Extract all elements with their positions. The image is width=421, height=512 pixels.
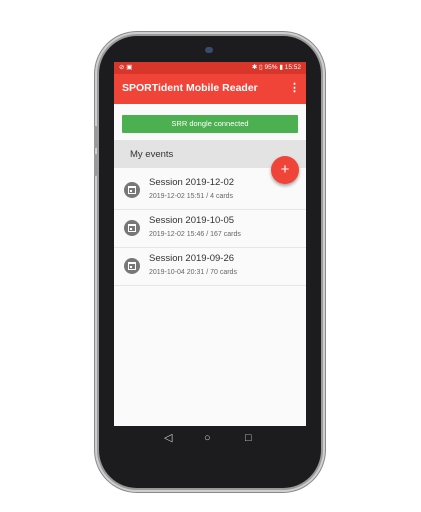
list-item[interactable]: Session 2019-09-26 2019-10-04 20:31 / 70… xyxy=(114,248,306,286)
list-item[interactable]: Session 2019-10-05 2019-12-02 15:46 / 16… xyxy=(114,210,306,248)
event-list: Session 2019-12-02 2019-12-02 15:51 / 4 … xyxy=(114,172,306,286)
event-details: 2019-10-04 20:31 / 70 cards xyxy=(149,269,237,276)
status-bar: ⊘ ▣ ✱ ▯ 95% ▮ 15:52 xyxy=(114,62,306,74)
volume-up-button xyxy=(94,126,97,148)
back-icon[interactable]: ◁ xyxy=(164,431,172,445)
calendar-icon xyxy=(124,258,140,274)
event-details: 2019-12-02 15:51 / 4 cards xyxy=(149,193,234,200)
more-vert-icon[interactable]: ⋮ xyxy=(289,82,300,94)
home-icon[interactable]: ○ xyxy=(204,431,211,445)
recents-icon[interactable]: □ xyxy=(245,431,252,445)
calendar-icon xyxy=(124,182,140,198)
system-nav-bar: ◁ ○ □ xyxy=(114,427,306,453)
app-screen: ⊘ ▣ ✱ ▯ 95% ▮ 15:52 SPORTident Mobile Re… xyxy=(114,62,306,426)
status-bar-right-info: ✱ ▯ 95% ▮ 15:52 xyxy=(251,64,301,71)
connection-status-banner: SRR dongle connected xyxy=(122,115,298,133)
status-bar-left-icons: ⊘ ▣ xyxy=(119,64,133,71)
event-details: 2019-12-02 15:46 / 167 cards xyxy=(149,231,241,238)
calendar-icon xyxy=(124,220,140,236)
section-title: My events xyxy=(130,149,174,160)
phone-frame: ⊘ ▣ ✱ ▯ 95% ▮ 15:52 SPORTident Mobile Re… xyxy=(94,36,321,488)
app-bar: SPORTident Mobile Reader ⋮ xyxy=(114,74,306,104)
volume-down-button xyxy=(94,154,97,176)
front-camera xyxy=(205,47,213,53)
event-name: Session 2019-12-02 xyxy=(149,177,235,188)
app-title: SPORTident Mobile Reader xyxy=(122,82,258,94)
add-event-button[interactable]: + xyxy=(271,156,299,184)
event-name: Session 2019-09-26 xyxy=(149,253,235,264)
event-name: Session 2019-10-05 xyxy=(149,215,235,226)
